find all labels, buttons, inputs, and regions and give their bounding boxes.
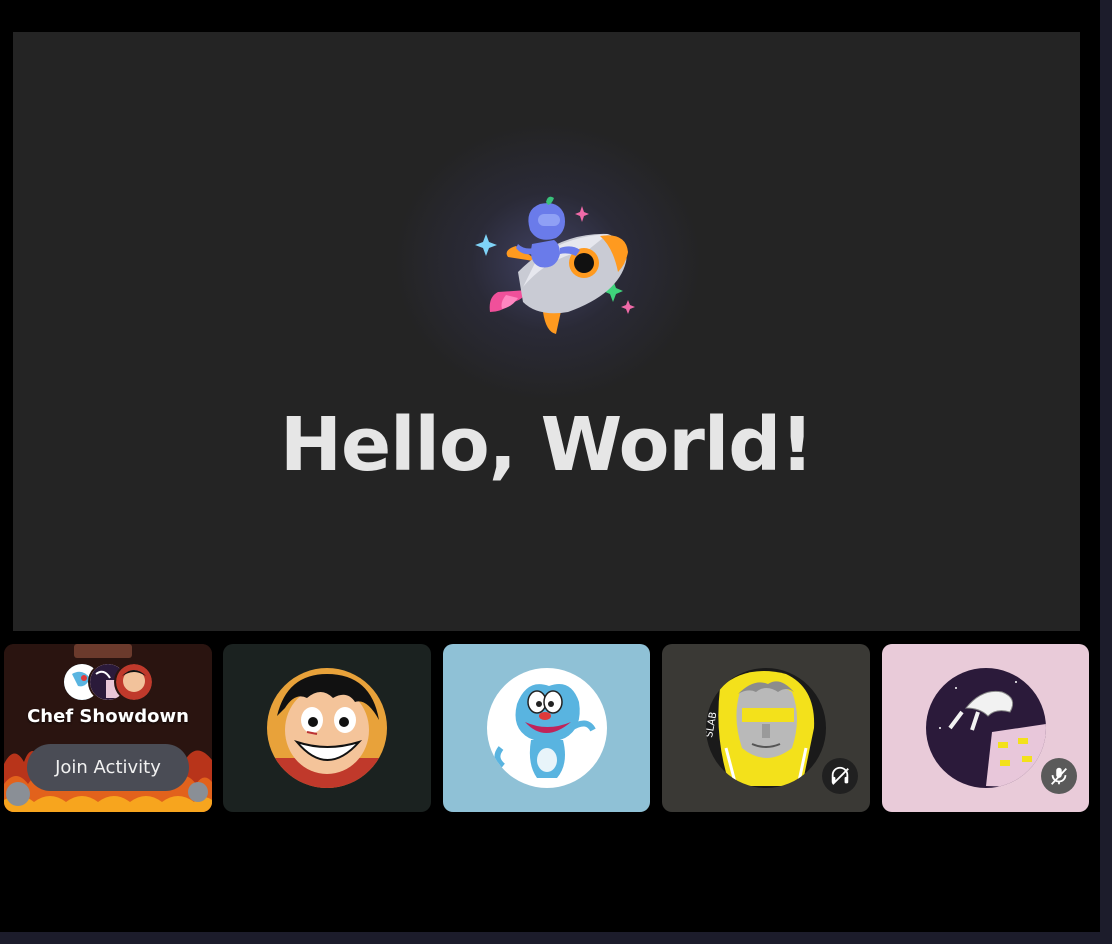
join-activity-button[interactable]: Join Activity [27, 744, 189, 791]
window-edge-bottom [0, 932, 1112, 944]
sketch-hand-avatar [926, 668, 1046, 788]
window-corner [1088, 920, 1100, 932]
participant-avatar [114, 662, 154, 702]
activity-title: Chef Showdown [27, 706, 189, 727]
participant-tile[interactable]: SLAB [662, 644, 870, 812]
activity-participants [62, 662, 162, 702]
cartoon-cat-avatar [487, 668, 607, 788]
deafened-icon [822, 758, 858, 794]
participant-tile[interactable] [882, 644, 1089, 812]
participant-tile[interactable] [223, 644, 431, 812]
window-edge-right [1100, 0, 1112, 944]
statue-avatar: SLAB [706, 668, 826, 788]
participant-tile[interactable] [443, 644, 650, 812]
main-stream-stage[interactable]: Hello, World! [13, 32, 1080, 631]
greeting-text: Hello, World! [280, 402, 814, 488]
rocket-mascot-icon [475, 196, 635, 334]
muted-icon [1041, 758, 1077, 794]
call-window: Hello, World! Chef Showdown Join Activit… [0, 0, 1112, 944]
activity-tile[interactable]: Chef Showdown Join Activity [4, 644, 212, 812]
anime-boy-avatar [267, 668, 387, 788]
